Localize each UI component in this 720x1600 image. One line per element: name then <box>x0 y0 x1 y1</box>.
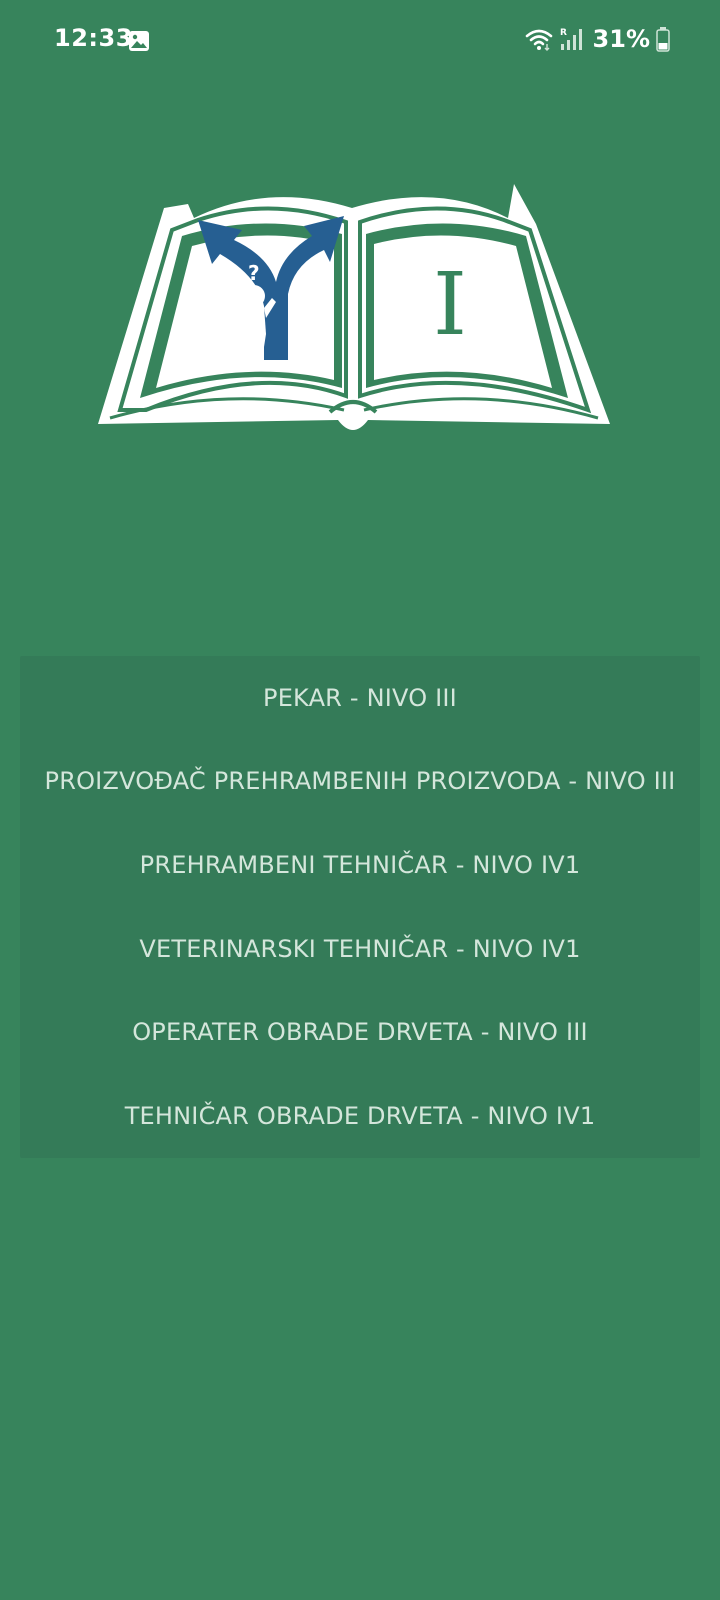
menu-card: PEKAR - NIVO III PROIZVOĐAČ PREHRAMBENIH… <box>20 656 700 1158</box>
open-book-logo: ? I <box>98 184 610 430</box>
menu-item-pekar[interactable]: PEKAR - NIVO III <box>20 656 700 740</box>
roaming-indicator: R <box>560 28 567 38</box>
menu-item-prehrambeni-tehnicar[interactable]: PREHRAMBENI TEHNIČAR - NIVO IV1 <box>20 823 700 907</box>
status-indicators: R 31% <box>525 24 670 54</box>
battery-icon <box>656 27 670 52</box>
logo-numeral: I <box>433 255 467 355</box>
status-bar: 12:33 R 31% <box>0 0 720 82</box>
gallery-icon <box>129 31 149 51</box>
menu-item-operater-obrade-drveta[interactable]: OPERATER OBRADE DRVETA - NIVO III <box>20 990 700 1074</box>
battery-percent: 31% <box>592 25 650 53</box>
status-time: 12:33 <box>54 24 133 52</box>
wifi-icon <box>525 29 552 51</box>
signal-icon: R <box>560 28 582 50</box>
menu-item-proizvodjac-prehrambenih-proizvoda[interactable]: PROIZVOĐAČ PREHRAMBENIH PROIZVODA - NIVO… <box>20 740 700 824</box>
menu-item-tehnicar-obrade-drveta[interactable]: TEHNIČAR OBRADE DRVETA - NIVO IV1 <box>20 1074 700 1158</box>
menu-item-veterinarski-tehnicar[interactable]: VETERINARSKI TEHNIČAR - NIVO IV1 <box>20 907 700 991</box>
svg-text:?: ? <box>248 261 260 285</box>
